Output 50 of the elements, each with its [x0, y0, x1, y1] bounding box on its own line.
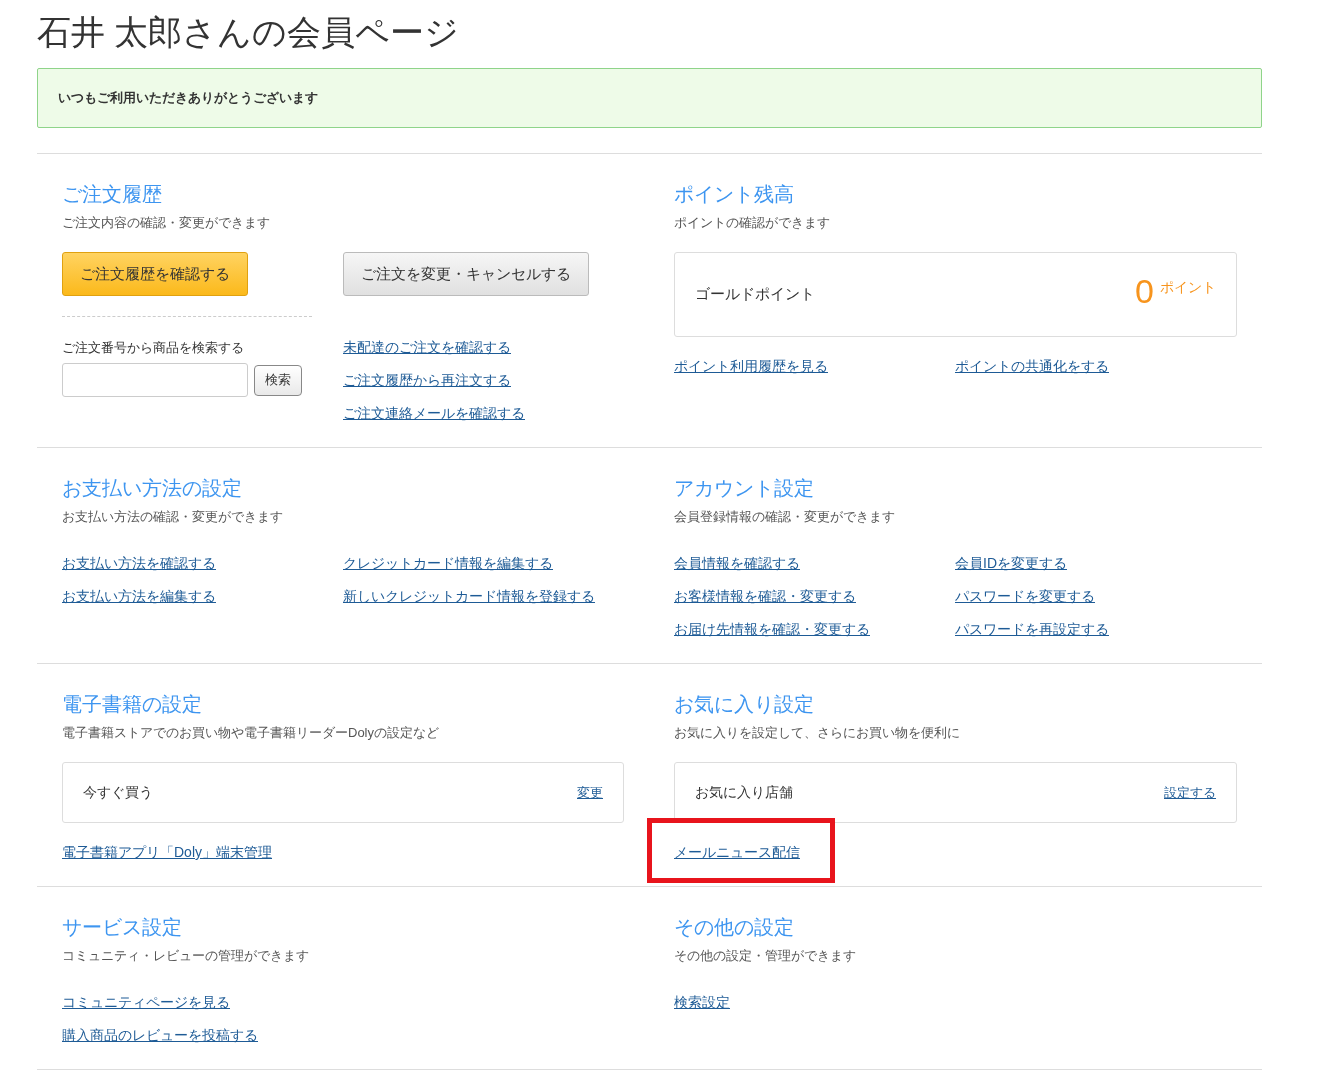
setting-label: お気に入り店舗 — [695, 783, 793, 802]
section-description: お支払い方法の確認・変更ができます — [62, 508, 284, 526]
text-link[interactable]: 電子書籍アプリ「Doly」端末管理 — [62, 843, 272, 861]
notice-banner: いつもご利用いただきありがとうございます — [37, 68, 1262, 128]
text-link[interactable]: 購入商品のレビューを投稿する — [62, 1026, 258, 1044]
text-link[interactable]: クレジットカード情報を編集する — [343, 554, 553, 572]
search-button[interactable]: 検索 — [254, 364, 302, 396]
text-link[interactable]: 検索設定 — [674, 993, 730, 1011]
points-label: ゴールドポイント — [695, 285, 815, 304]
section-title: 電子書籍の設定 — [62, 692, 202, 717]
text-link[interactable]: ご注文連絡メールを確認する — [343, 404, 525, 422]
text-link[interactable]: お客様情報を確認・変更する — [674, 587, 856, 605]
text-link[interactable]: パスワードを変更する — [955, 587, 1095, 605]
text-link[interactable]: お支払い方法を編集する — [62, 587, 216, 605]
section-title: お気に入り設定 — [674, 692, 814, 717]
section-title: サービス設定 — [62, 915, 182, 940]
section-description: お気に入りを設定して、さらにお買い物を便利に — [674, 724, 961, 742]
section-title: ご注文履歴 — [62, 182, 162, 207]
text-link[interactable]: メールニュース配信 — [674, 843, 800, 861]
text-link[interactable]: パスワードを再設定する — [955, 620, 1109, 638]
text-link[interactable]: 新しいクレジットカード情報を登録する — [343, 587, 595, 605]
text-link[interactable]: 会員IDを変更する — [955, 554, 1067, 572]
order-change-button[interactable]: ご注文を変更・キャンセルする — [343, 252, 589, 296]
section-description: ご注文内容の確認・変更ができます — [62, 214, 271, 232]
section-description: 電子書籍ストアでのお買い物や電子書籍リーダーDolyの設定など — [62, 724, 440, 742]
text-link[interactable]: コミュニティページを見る — [62, 993, 230, 1011]
section-description: コミュニティ・レビューの管理ができます — [62, 947, 310, 965]
setting-link[interactable]: 変更 — [577, 783, 603, 802]
section-description: ポイントの確認ができます — [674, 214, 831, 232]
text-link[interactable]: お支払い方法を確認する — [62, 554, 216, 572]
section-title: その他の設定 — [674, 915, 794, 940]
text-link[interactable]: ご注文履歴から再注文する — [343, 371, 511, 389]
section-description: その他の設定・管理ができます — [674, 947, 857, 965]
page-title: 石井 太郎さんの会員ページ — [37, 12, 461, 53]
points-value: 0 — [1135, 272, 1154, 309]
setting-link[interactable]: 設定する — [1164, 783, 1216, 802]
text-link[interactable]: 会員情報を確認する — [674, 554, 800, 572]
order-number-field[interactable] — [62, 363, 248, 397]
section-title: アカウント設定 — [674, 476, 814, 501]
text-link[interactable]: お届け先情報を確認・変更する — [674, 620, 870, 638]
search-label: ご注文番号から商品を検索する — [62, 339, 244, 357]
section-title: お支払い方法の設定 — [62, 476, 242, 501]
section-title: ポイント残高 — [674, 182, 794, 207]
points-unit: ポイント — [1160, 278, 1216, 297]
text-link[interactable]: ポイント利用履歴を見る — [674, 357, 828, 375]
setting-label: 今すぐ買う — [83, 783, 153, 802]
text-link[interactable]: 未配達のご注文を確認する — [343, 338, 511, 356]
order-history-button[interactable]: ご注文履歴を確認する — [62, 252, 248, 296]
section-description: 会員登録情報の確認・変更ができます — [674, 508, 896, 526]
text-link[interactable]: ポイントの共通化をする — [955, 357, 1109, 375]
